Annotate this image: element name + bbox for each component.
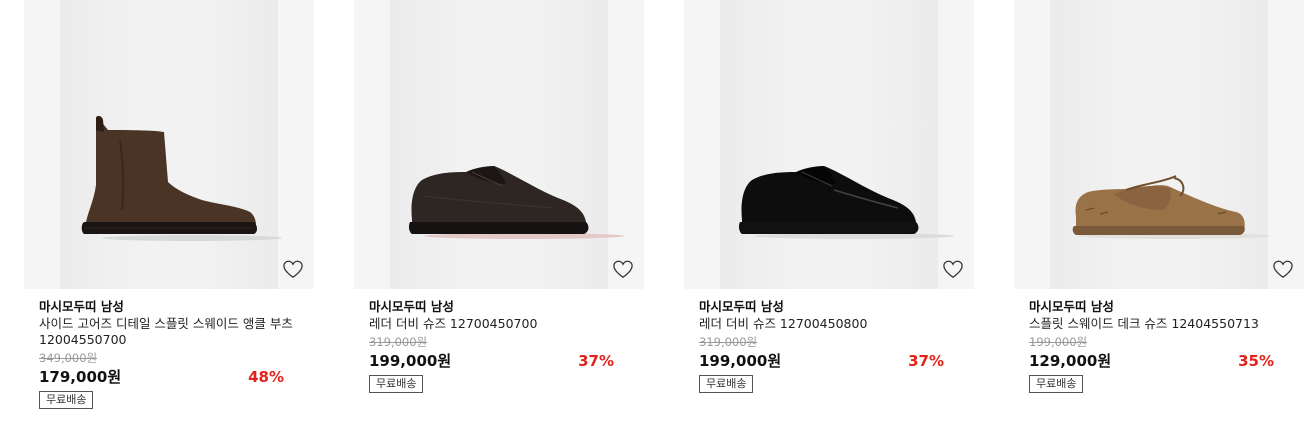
product-name[interactable]: 레더 더비 슈즈 12700450700	[369, 316, 629, 332]
heart-outline-icon[interactable]	[1272, 259, 1294, 279]
product-grid: 마시모두띠 남성 사이드 고어즈 디테일 스플릿 스웨이드 앵클 부츠 1200…	[24, 0, 1304, 409]
deck-shoe-image	[1072, 175, 1270, 239]
product-image[interactable]	[354, 0, 644, 289]
discount-rate: 48%	[248, 368, 284, 386]
chelsea-boot-image	[81, 115, 282, 241]
product-name[interactable]: 사이드 고어즈 디테일 스플릿 스웨이드 앵클 부츠 12004550700	[39, 316, 299, 348]
free-shipping-badge: 무료배송	[1029, 375, 1084, 393]
product-info: 마시모두띠 남성 레더 더비 슈즈 12700450700 319,000원 1…	[354, 289, 644, 393]
product-image[interactable]	[1014, 0, 1304, 289]
discount-rate: 37%	[578, 352, 614, 370]
product-brand: 마시모두띠 남성	[699, 299, 784, 314]
price-row: 199,000원 37%	[369, 350, 629, 372]
price-row: 129,000원 35%	[1029, 350, 1289, 372]
original-price: 319,000원	[369, 335, 428, 349]
derby-shoe-image	[408, 166, 624, 239]
discount-rate: 35%	[1238, 352, 1274, 370]
product-card[interactable]: 마시모두띠 남성 레더 더비 슈즈 12700450700 319,000원 1…	[354, 0, 644, 409]
product-name[interactable]: 레더 더비 슈즈 12700450800	[699, 316, 959, 332]
heart-outline-icon[interactable]	[282, 259, 304, 279]
product-info: 마시모두띠 남성 사이드 고어즈 디테일 스플릿 스웨이드 앵클 부츠 1200…	[24, 289, 314, 409]
original-price: 199,000원	[1029, 335, 1088, 349]
price-row: 199,000원 37%	[699, 350, 959, 372]
product-image[interactable]	[24, 0, 314, 289]
sale-price: 179,000원	[39, 368, 122, 386]
product-card[interactable]: 마시모두띠 남성 스플릿 스웨이드 데크 슈즈 12404550713 199,…	[1014, 0, 1304, 409]
free-shipping-badge: 무료배송	[699, 375, 754, 393]
product-brand: 마시모두띠 남성	[1029, 299, 1114, 314]
product-card[interactable]: 마시모두띠 남성 레더 더비 슈즈 12700450800 319,000원 1…	[684, 0, 974, 409]
product-info: 마시모두띠 남성 레더 더비 슈즈 12700450800 319,000원 1…	[684, 289, 974, 393]
discount-rate: 37%	[908, 352, 944, 370]
free-shipping-badge: 무료배송	[39, 391, 94, 409]
sale-price: 129,000원	[1029, 352, 1112, 370]
product-card[interactable]: 마시모두띠 남성 사이드 고어즈 디테일 스플릿 스웨이드 앵클 부츠 1200…	[24, 0, 314, 409]
product-brand: 마시모두띠 남성	[39, 299, 124, 314]
product-brand: 마시모두띠 남성	[369, 299, 454, 314]
heart-outline-icon[interactable]	[612, 259, 634, 279]
original-price: 319,000원	[699, 335, 758, 349]
price-row: 179,000원 48%	[39, 366, 299, 388]
original-price: 349,000원	[39, 351, 98, 365]
sale-price: 199,000원	[699, 352, 782, 370]
product-info: 마시모두띠 남성 스플릿 스웨이드 데크 슈즈 12404550713 199,…	[1014, 289, 1304, 393]
product-image[interactable]	[684, 0, 974, 289]
derby-shoe-image	[738, 166, 954, 239]
heart-outline-icon[interactable]	[942, 259, 964, 279]
product-name[interactable]: 스플릿 스웨이드 데크 슈즈 12404550713	[1029, 316, 1289, 332]
free-shipping-badge: 무료배송	[369, 375, 424, 393]
sale-price: 199,000원	[369, 352, 452, 370]
